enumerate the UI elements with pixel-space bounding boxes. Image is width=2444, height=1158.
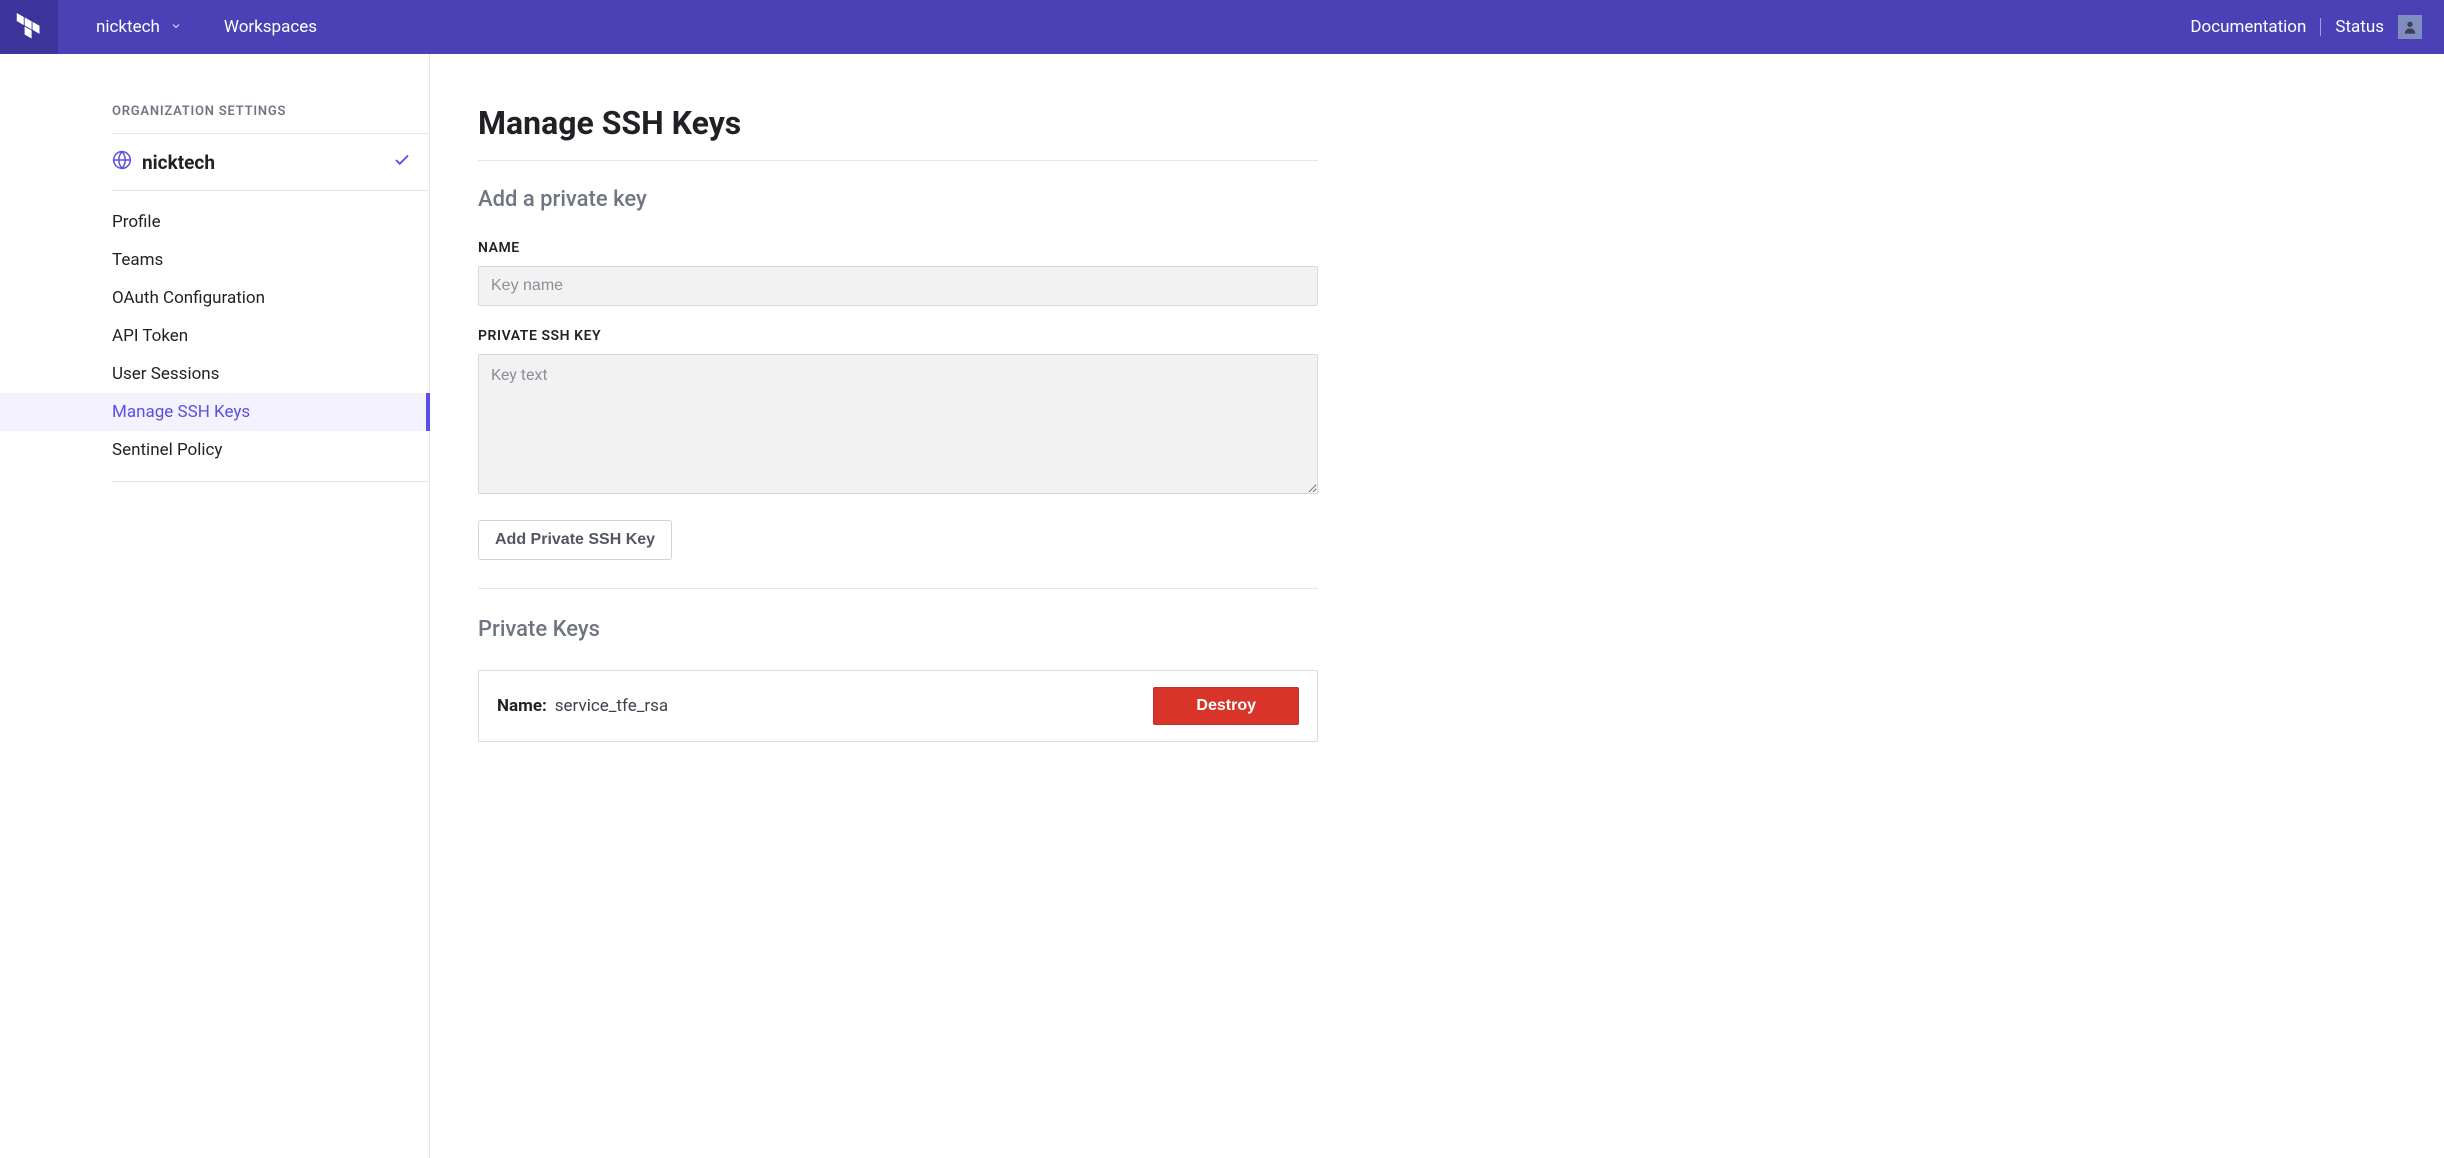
private-key-field-label: PRIVATE SSH KEY [478,328,1318,344]
org-name: nicktech [142,151,215,174]
topbar: nicktech Workspaces Documentation Status [0,0,2444,54]
workspaces-link[interactable]: Workspaces [224,17,317,37]
check-icon [393,151,411,173]
sidebar-item-manage-ssh-keys[interactable]: Manage SSH Keys [0,393,430,431]
sidebar-item-teams[interactable]: Teams [112,241,429,279]
divider [478,588,1318,589]
org-selector[interactable]: nicktech [112,134,429,191]
private-key-textarea[interactable] [478,354,1318,494]
page-title: Manage SSH Keys [478,104,1318,161]
key-name-value: service_tfe_rsa [555,696,668,716]
name-field-label: NAME [478,240,1318,256]
add-key-section-title: Add a private key [478,187,1318,212]
nav-list: Profile Teams OAuth Configuration API To… [112,203,429,469]
status-link[interactable]: Status [2335,17,2384,37]
user-icon [2402,19,2418,35]
sidebar-item-oauth[interactable]: OAuth Configuration [112,279,429,317]
sidebar-item-sentinel-policy[interactable]: Sentinel Policy [112,431,429,469]
org-dropdown[interactable]: nicktech [82,17,182,37]
private-keys-section-title: Private Keys [478,617,1318,642]
globe-icon [112,150,132,174]
key-row: Name: service_tfe_rsa Destroy [478,670,1318,742]
chevron-down-icon [170,20,182,35]
add-private-ssh-key-button[interactable]: Add Private SSH Key [478,520,672,560]
divider [112,481,429,482]
sidebar-item-profile[interactable]: Profile [112,203,429,241]
sidebar-heading: ORGANIZATION SETTINGS [112,104,429,134]
user-avatar[interactable] [2398,15,2422,39]
terraform-logo-icon [15,13,43,41]
divider [2320,18,2321,36]
key-name-label: Name: [497,696,547,716]
documentation-link[interactable]: Documentation [2190,17,2306,37]
terraform-logo[interactable] [0,0,58,54]
main-content: Manage SSH Keys Add a private key NAME P… [430,54,2444,1158]
sidebar-item-user-sessions[interactable]: User Sessions [112,355,429,393]
topbar-right: Documentation Status [2190,15,2444,39]
keys-list: Name: service_tfe_rsa Destroy [478,670,1318,742]
sidebar-item-api-token[interactable]: API Token [112,317,429,355]
sidebar: ORGANIZATION SETTINGS nicktech [0,54,430,1158]
org-dropdown-label: nicktech [96,17,160,37]
destroy-key-button[interactable]: Destroy [1153,687,1299,725]
key-name-input[interactable] [478,266,1318,306]
